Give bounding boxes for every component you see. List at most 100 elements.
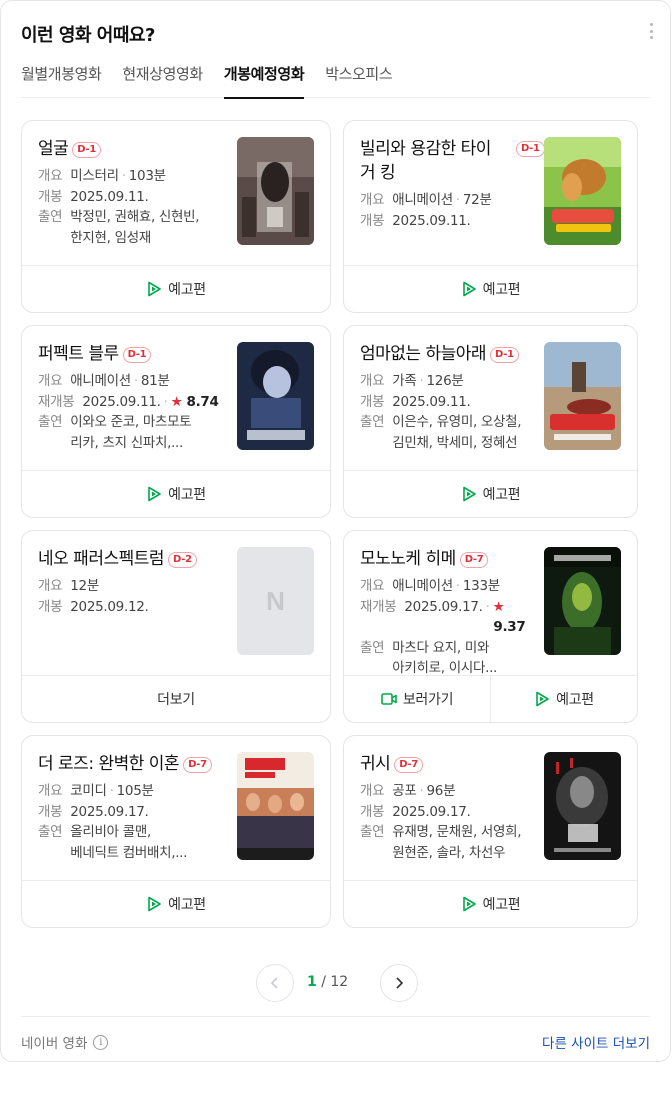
- trailer-button[interactable]: 예고편: [490, 676, 637, 722]
- movie-title-row: 더 로즈: 완벽한 이혼 D-7: [38, 752, 234, 776]
- panel-title: 이런 영화 어때요?: [21, 25, 155, 46]
- star-icon: ★: [170, 393, 183, 410]
- trailer-button[interactable]: 예고편: [22, 471, 330, 517]
- movie-title-row: 퍼펙트 블루 D-1: [38, 342, 226, 366]
- info-icon[interactable]: i: [93, 1034, 109, 1050]
- movie-title[interactable]: 네오 패러스펙트럼: [38, 549, 165, 569]
- naver-placeholder-icon: N: [266, 585, 285, 616]
- page-separator: /: [321, 974, 326, 990]
- movie-title-row: 엄마없는 하늘아래 D-1: [360, 342, 550, 366]
- more-button[interactable]: 더보기: [22, 676, 330, 722]
- movie-poster[interactable]: [544, 547, 621, 655]
- watch-button[interactable]: 보러가기: [344, 676, 490, 722]
- rerelease-label: 재개봉: [38, 393, 75, 410]
- genre: 애니메이션: [70, 373, 131, 389]
- trailer-button[interactable]: 예고편: [22, 266, 330, 312]
- trailer-button[interactable]: 예고편: [22, 881, 330, 927]
- genre: 가족: [392, 373, 417, 389]
- cast-label: 출연: [38, 414, 63, 430]
- release-date: 2025.09.17.: [404, 598, 483, 615]
- previous-page-button[interactable]: [256, 964, 294, 1002]
- movie-title[interactable]: 얼굴: [38, 139, 69, 159]
- d-day-badge: D-1: [490, 347, 519, 363]
- cast-line: 박정민, 권해효, 신현빈,: [70, 209, 200, 225]
- movie-poster[interactable]: [237, 342, 314, 450]
- d-day-badge: D-7: [394, 757, 423, 773]
- movie-title[interactable]: 빌리와 용감한 타이 거 킹: [360, 137, 510, 185]
- trailer-label: 예고편: [482, 282, 521, 298]
- cast-line: 이와오 준코, 마츠모토: [70, 414, 192, 430]
- cast-line: 김민채, 박세미, 정혜선: [392, 434, 518, 451]
- tab-monthly-releases[interactable]: 월별개봉영화: [21, 59, 102, 98]
- runtime: 81분: [140, 373, 170, 389]
- other-sites-link[interactable]: 다른 사이트 더보기: [542, 1032, 650, 1052]
- release-date: 2025.09.11.: [392, 212, 471, 229]
- genre: 공포: [392, 783, 417, 799]
- play-icon: [462, 896, 476, 912]
- source-label: 네이버 영화 i: [21, 1032, 109, 1052]
- play-icon: [148, 896, 161, 912]
- movie-title-row: 빌리와 용감한 타이 거 킹 D-1: [360, 137, 545, 185]
- movie-title[interactable]: 귀시: [360, 754, 391, 774]
- trailer-label: 예고편: [168, 487, 206, 503]
- overview-label: 개요: [360, 783, 385, 799]
- movie-poster[interactable]: [237, 137, 314, 245]
- movie-card: 엄마없는 하늘아래 D-1 개요 가족 · 126분 개봉 2025.09.11. 출연 이…: [343, 325, 638, 518]
- trailer-label: 예고편: [168, 282, 206, 298]
- movie-title[interactable]: 더 로즈: 완벽한 이혼: [38, 754, 180, 774]
- genre: 애니메이션: [392, 192, 453, 208]
- current-page: 1: [307, 974, 317, 990]
- overview-label: 개요: [38, 783, 63, 799]
- release-label: 개봉: [360, 803, 385, 820]
- movie-poster[interactable]: [544, 137, 621, 245]
- total-pages: 12: [330, 974, 349, 990]
- star-icon: ★: [492, 598, 505, 615]
- tab-bar: 월별개봉영화 현재상영영화 개봉예정영화 박스오피스: [21, 59, 650, 99]
- cast-line: 마츠다 요지, 미와: [392, 639, 490, 656]
- movie-recommendation-panel: 이런 영화 어때요? 월별개봉영화 현재상영영화 개봉예정영화 박스오피스 얼굴…: [0, 0, 671, 1062]
- release-date: 2025.09.17.: [70, 803, 149, 820]
- tab-now-showing[interactable]: 현재상영영화: [122, 59, 203, 98]
- page-indicator: 1 / 12: [307, 974, 348, 990]
- cast-line: 원현준, 솔라, 차선우: [392, 844, 506, 861]
- movie-title[interactable]: 엄마없는 하늘아래: [360, 344, 487, 364]
- cast-label: 출연: [360, 414, 385, 430]
- trailer-label: 예고편: [482, 897, 521, 913]
- tab-upcoming[interactable]: 개봉예정영화: [223, 59, 305, 99]
- cast-label: 출연: [360, 639, 385, 656]
- release-date: 2025.09.11.: [392, 393, 471, 410]
- cast-line: 올리비아 콜맨,: [70, 824, 151, 840]
- cast-label: 출연: [38, 209, 63, 225]
- rating-score: 9.37: [493, 619, 526, 635]
- play-icon: [148, 486, 161, 502]
- movie-grid: 얼굴 D-1 개요 미스터리 · 103분 개봉 2025.09.11. 출연 박정민, 권…: [21, 120, 638, 928]
- poster-placeholder[interactable]: N: [237, 547, 314, 655]
- movie-poster[interactable]: [544, 752, 621, 860]
- release-date: 2025.09.12.: [70, 598, 149, 615]
- movie-poster[interactable]: [544, 342, 621, 450]
- movie-poster[interactable]: [237, 752, 314, 860]
- release-date: 2025.09.17.: [392, 803, 471, 820]
- runtime: 133분: [462, 578, 500, 594]
- genre: 코미디: [70, 783, 107, 799]
- trailer-button[interactable]: 예고편: [344, 471, 637, 517]
- play-icon: [462, 281, 476, 297]
- release-date: 2025.09.11.: [70, 188, 149, 205]
- movie-title[interactable]: 퍼펙트 블루: [38, 344, 119, 364]
- next-page-button[interactable]: [380, 964, 418, 1002]
- tab-box-office[interactable]: 박스오피스: [325, 59, 392, 98]
- movie-title-row: 얼굴 D-1: [38, 137, 226, 161]
- movie-card: 더 로즈: 완벽한 이혼 D-7 개요 코미디 · 105분 개봉 2025.09.17.…: [21, 735, 331, 928]
- d-day-badge: D-1: [122, 347, 152, 363]
- pagination: 1 / 12: [1, 964, 672, 1002]
- play-icon: [462, 486, 476, 502]
- d-day-badge: D-1: [516, 141, 545, 157]
- movie-title[interactable]: 모노노케 히메: [360, 549, 456, 569]
- release-label: 개봉: [38, 188, 63, 205]
- cast-line: 한지현, 임성재: [70, 229, 151, 246]
- more-options-icon[interactable]: [648, 23, 654, 39]
- d-day-badge: D-7: [459, 552, 489, 568]
- trailer-button[interactable]: 예고편: [344, 266, 637, 312]
- trailer-button[interactable]: 예고편: [344, 881, 637, 927]
- cast-label: 출연: [360, 824, 385, 840]
